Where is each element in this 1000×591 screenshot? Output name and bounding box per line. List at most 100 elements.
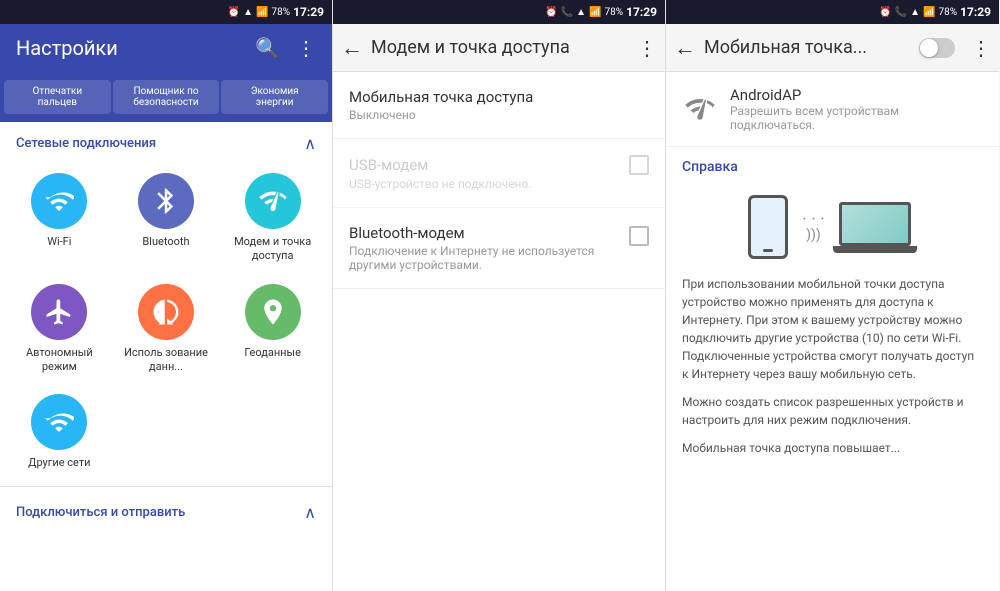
bt-modem-checkbox[interactable]	[629, 226, 649, 246]
wave-1: ・・・	[800, 212, 827, 225]
signal-icon: 📶	[256, 7, 268, 18]
time-display-2: 17:29	[626, 5, 657, 19]
shortcut-security[interactable]: Помощник побезопасности	[113, 80, 220, 114]
help-para-2: Можно создать список разрешенных устройс…	[682, 393, 983, 429]
help-para-1: При использовании мобильной точки доступ…	[682, 275, 983, 383]
alarm-icon-2: ⏰	[545, 7, 557, 18]
geo-svg-icon	[258, 297, 288, 327]
hotspot-toggle[interactable]	[919, 38, 955, 58]
shortcut-fingerprint[interactable]: Отпечаткипальцев	[4, 80, 111, 114]
usb-modem-sub: USB-устройство не подключено.	[349, 177, 649, 191]
battery-text-2: 78%	[605, 7, 624, 18]
ap-svg-icon	[684, 93, 716, 125]
status-bar-2: ⏰ 📞 ▲ 📶 78% 17:29	[333, 0, 665, 24]
settings-title: Настройки	[16, 36, 247, 60]
network-section-header: Сетевые подключения ∧	[0, 122, 332, 161]
settings-content: Сетевые подключения ∧ Wi-Fi Bluetooth	[0, 122, 332, 591]
hotspot-svg-icon	[258, 186, 288, 216]
panel-settings: ⏰ ▲ 📶 78% 17:29 Настройки 🔍 ⋮ Отпечаткип…	[0, 0, 333, 591]
help-header: Справка	[666, 147, 999, 179]
other-networks-grid: Другие сети	[0, 386, 332, 482]
battery-text-3: 78%	[939, 7, 958, 18]
shortcut-fingerprint-label: Отпечаткипальцев	[33, 86, 83, 108]
airplane-icon-bg	[31, 284, 87, 340]
network-section-title: Сетевые подключения	[16, 136, 156, 151]
laptop-base	[833, 246, 917, 253]
wifi-status-icon: ▲	[243, 7, 253, 18]
bt-modem-item[interactable]: Bluetooth-модем Подключение к Интернету …	[333, 208, 665, 289]
mobile-hotspot-item[interactable]: Мобильная точка доступа Выключено	[333, 72, 665, 139]
modem-title: Модем и точка доступа	[371, 37, 629, 58]
hotspot-illustration: ・・・ )))	[666, 179, 999, 275]
status-icons-3: ⏰ 📞 ▲ 📶 78% 17:29	[879, 5, 991, 19]
signal-waves: ・・・ )))	[800, 212, 827, 243]
modem-icon-bg	[245, 173, 301, 229]
ap-subtitle: Разрешить всем устройствам подключаться.	[730, 104, 983, 132]
wifi-icon-bg	[31, 173, 87, 229]
search-icon[interactable]: 🔍	[255, 36, 280, 60]
hotspot-detail-title: Мобильная точка...	[704, 37, 911, 58]
datausage-item[interactable]: Исполь зование данн...	[115, 276, 218, 383]
modem-item[interactable]: Модем и точка доступа	[221, 165, 324, 272]
back-button-2[interactable]: ←	[341, 35, 363, 61]
airplane-svg-icon	[44, 297, 74, 327]
modem-label: Модем и точка доступа	[225, 235, 320, 264]
wifi-status-icon-3: ▲	[910, 7, 920, 18]
wave-2: )))	[806, 227, 821, 243]
other-networks-svg-icon	[44, 407, 74, 437]
ap-text-block: AndroidAP Разрешить всем устройствам под…	[730, 86, 983, 132]
shortcuts-row: Отпечаткипальцев Помощник побезопасности…	[0, 72, 332, 122]
phone-icon-2: 📞	[561, 7, 573, 18]
status-icons-2: ⏰ 📞 ▲ 📶 78% 17:29	[545, 5, 657, 19]
shortcut-energy-label: Экономияэнергии	[251, 86, 299, 108]
connect-section-title: Подключиться и отправить	[16, 505, 185, 520]
wifi-svg-icon	[44, 186, 74, 216]
status-bar-1: ⏰ ▲ 📶 78% 17:29	[0, 0, 332, 24]
android-ap-item[interactable]: AndroidAP Разрешить всем устройствам под…	[666, 72, 999, 147]
connect-section-header: Подключиться и отправить ∧	[0, 491, 332, 530]
time-display: 17:29	[293, 5, 324, 19]
overflow-menu-icon[interactable]: ⋮	[296, 36, 316, 60]
other-networks-label: Другие сети	[28, 456, 90, 470]
other-networks-icon-bg	[31, 394, 87, 450]
airplane-item[interactable]: Автономный режим	[8, 276, 111, 383]
signal-icon-2: 📶	[589, 7, 601, 18]
ap-name: AndroidAP	[730, 86, 983, 104]
wifi-status-icon-2: ▲	[576, 7, 586, 18]
wifi-item[interactable]: Wi-Fi	[8, 165, 111, 272]
settings-top-bar: Настройки 🔍 ⋮	[0, 24, 332, 72]
usb-modem-checkbox	[629, 155, 649, 175]
geo-item[interactable]: Геоданные	[221, 276, 324, 383]
wifi-label: Wi-Fi	[47, 235, 71, 249]
datausage-label: Исполь зование данн...	[119, 346, 214, 375]
battery-text: 78%	[272, 7, 291, 18]
help-para-3: Мобильная точка доступа повышает...	[682, 439, 983, 457]
modem-top-bar: ← Модем и точка доступа ⋮	[333, 24, 665, 72]
panel-modem: ⏰ 📞 ▲ 📶 78% 17:29 ← Модем и точка доступ…	[333, 0, 666, 591]
bluetooth-item[interactable]: Bluetooth	[115, 165, 218, 272]
phone-illustration	[748, 195, 788, 259]
help-text-block: При использовании мобильной точки доступ…	[666, 275, 999, 475]
signal-icon-3: 📶	[923, 7, 935, 18]
bt-modem-text: Bluetooth-модем Подключение к Интернету …	[349, 224, 621, 272]
alarm-icon-3: ⏰	[879, 7, 891, 18]
panel-hotspot-detail: ⏰ 📞 ▲ 📶 78% 17:29 ← Мобильная точка... ⋮…	[666, 0, 999, 591]
ap-icon	[682, 91, 718, 127]
back-button-3[interactable]: ←	[674, 35, 696, 61]
hotspot-top-bar: ← Мобильная точка... ⋮	[666, 24, 999, 72]
other-networks-item[interactable]: Другие сети	[8, 386, 111, 478]
phone-shape	[748, 195, 788, 259]
shortcut-energy[interactable]: Экономияэнергии	[221, 80, 328, 114]
modem-menu-icon[interactable]: ⋮	[637, 36, 657, 60]
geo-label: Геоданные	[244, 346, 301, 360]
geo-icon-bg	[245, 284, 301, 340]
hotspot-menu-icon[interactable]: ⋮	[971, 36, 991, 60]
status-bar-3: ⏰ 📞 ▲ 📶 78% 17:29	[666, 0, 999, 24]
shortcut-security-label: Помощник побезопасности	[133, 86, 198, 108]
status-icons-1: ⏰ ▲ 📶 78% 17:29	[228, 5, 324, 19]
airplane-label: Автономный режим	[12, 346, 107, 375]
network-chevron-icon[interactable]: ∧	[304, 134, 316, 153]
network-icons-grid: Wi-Fi Bluetooth Модем и точка доступа	[0, 161, 332, 386]
hotspot-content: AndroidAP Разрешить всем устройствам под…	[666, 72, 999, 591]
connect-chevron-icon[interactable]: ∧	[304, 503, 316, 522]
